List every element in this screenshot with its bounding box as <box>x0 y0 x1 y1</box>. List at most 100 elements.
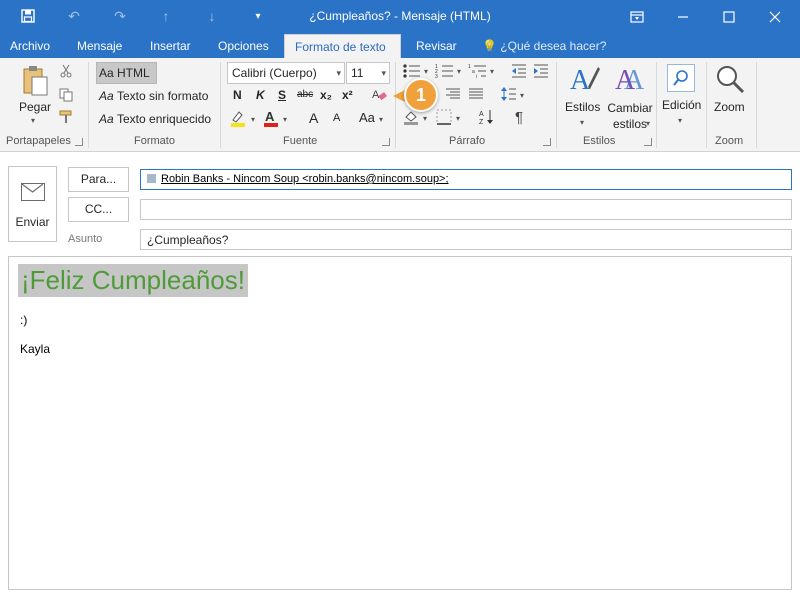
svg-text:A: A <box>570 65 591 93</box>
tab-formato-de-texto[interactable]: Formato de texto <box>284 34 401 58</box>
font-color-icon[interactable]: A <box>262 108 280 128</box>
borders-icon[interactable] <box>435 108 453 126</box>
customize-quick-access-icon[interactable]: ▾ <box>248 6 268 26</box>
zoom-button[interactable]: Zoom <box>714 100 745 114</box>
styles-dropdown-icon[interactable]: ▾ <box>580 118 584 127</box>
styles-icon[interactable]: A <box>567 62 601 94</box>
to-button[interactable]: Para... <box>68 167 129 192</box>
show-paragraph-marks-icon[interactable]: ¶ <box>510 108 528 126</box>
down-arrow-icon[interactable]: ↓ <box>202 6 222 26</box>
maximize-button[interactable] <box>706 0 752 34</box>
subject-field[interactable]: ¿Cumpleaños? <box>140 229 792 250</box>
shrink-font-button[interactable]: A <box>333 112 340 124</box>
ribbon-display-options-icon[interactable] <box>614 0 660 34</box>
change-case-dropdown-icon[interactable]: ▾ <box>379 115 383 124</box>
find-icon[interactable] <box>667 64 695 92</box>
portapapeles-launcher-icon[interactable] <box>75 138 83 146</box>
chevron-down-icon: ▾ <box>336 68 341 78</box>
undo-icon[interactable]: ↶ <box>64 6 84 26</box>
styles-button[interactable]: Estilos <box>565 100 600 114</box>
send-envelope-icon <box>21 183 45 201</box>
format-painter-icon[interactable] <box>58 109 74 125</box>
numbering-icon[interactable]: 123 <box>434 62 456 80</box>
justify-icon[interactable] <box>467 86 485 102</box>
font-name-combo[interactable]: Calibri (Cuerpo) ▾ <box>227 62 345 84</box>
cc-button[interactable]: CC... <box>68 197 129 222</box>
change-styles-dropdown-icon[interactable]: ▾ <box>646 119 650 128</box>
close-button[interactable] <box>752 0 798 34</box>
line-spacing-icon[interactable] <box>500 86 518 102</box>
highlight-dropdown-icon[interactable]: ▾ <box>251 115 255 124</box>
grow-font-button[interactable]: A <box>309 110 318 126</box>
group-label-zoom: Zoom <box>715 135 744 147</box>
align-right-icon[interactable] <box>444 86 462 102</box>
increase-indent-icon[interactable] <box>532 62 550 80</box>
tell-me-search[interactable]: 💡 ¿Qué desea hacer? <box>482 34 606 58</box>
decrease-indent-icon[interactable] <box>510 62 528 80</box>
sort-icon[interactable]: AZ <box>478 108 496 126</box>
paste-icon[interactable] <box>20 64 50 98</box>
divider <box>706 62 707 148</box>
multilevel-dropdown-icon[interactable]: ▾ <box>490 67 494 76</box>
tab-mensaje[interactable]: Mensaje <box>67 34 132 58</box>
subject-label: Asunto <box>68 233 103 245</box>
line-spacing-dropdown-icon[interactable]: ▾ <box>520 91 524 100</box>
svg-text:A: A <box>624 65 644 93</box>
body-signature: Kayla <box>20 342 51 356</box>
group-label-portapapeles: Portapapeles <box>6 135 71 147</box>
recipient-chip[interactable]: Robin Banks - Nincom Soup <robin.banks@n… <box>147 173 449 185</box>
borders-dropdown-icon[interactable]: ▾ <box>456 114 460 123</box>
cc-field[interactable] <box>140 199 792 220</box>
bold-button[interactable]: N <box>233 88 242 102</box>
save-icon[interactable] <box>18 6 38 26</box>
estilos-launcher-icon[interactable] <box>644 138 652 146</box>
divider <box>756 62 757 148</box>
parrafo-launcher-icon[interactable] <box>543 138 551 146</box>
send-button[interactable]: Enviar <box>8 166 57 242</box>
highlight-color-icon[interactable] <box>229 108 247 128</box>
tab-archivo[interactable]: Archivo <box>0 34 60 58</box>
paste-button[interactable]: Pegar <box>19 100 51 114</box>
multilevel-list-icon[interactable]: 1ai <box>467 62 489 80</box>
selected-headline[interactable]: ¡Feliz Cumpleaños! <box>18 264 248 297</box>
font-size-value: 11 <box>351 66 364 80</box>
change-case-button[interactable]: Aa <box>359 110 375 125</box>
group-label-fuente: Fuente <box>283 135 318 147</box>
cut-icon[interactable] <box>58 63 74 79</box>
lightbulb-icon: 💡 <box>482 39 497 53</box>
shading-dropdown-icon[interactable]: ▾ <box>423 114 427 123</box>
to-field[interactable]: Robin Banks - Nincom Soup <robin.banks@n… <box>140 169 792 190</box>
editing-button[interactable]: Edición <box>662 98 701 112</box>
subscript-button[interactable]: x₂ <box>320 88 332 102</box>
editing-dropdown-icon[interactable]: ▾ <box>678 116 682 125</box>
rich-text-button[interactable]: Texto enriquecido <box>117 112 211 126</box>
italic-button[interactable]: K <box>256 88 265 102</box>
contact-square-icon <box>147 174 156 183</box>
body-line-smiley: :) <box>20 313 28 327</box>
underline-button[interactable]: S <box>278 88 286 102</box>
strikethrough-button[interactable]: abc <box>297 89 313 100</box>
font-color-dropdown-icon[interactable]: ▾ <box>283 115 287 124</box>
minimize-button[interactable] <box>660 0 706 34</box>
message-body[interactable]: ¡Feliz Cumpleaños! :) Kayla <box>8 256 792 590</box>
tab-opciones[interactable]: Opciones <box>208 34 279 58</box>
group-label-parrafo: Párrafo <box>449 135 486 147</box>
tab-insertar[interactable]: Insertar <box>140 34 201 58</box>
bullets-dropdown-icon[interactable]: ▾ <box>424 67 428 76</box>
zoom-icon[interactable] <box>714 63 746 95</box>
subject-value: ¿Cumpleaños? <box>147 233 229 247</box>
clear-formatting-icon[interactable]: A <box>370 86 388 104</box>
redo-icon[interactable]: ↷ <box>110 6 130 26</box>
tab-revisar[interactable]: Revisar <box>406 34 467 58</box>
up-arrow-icon[interactable]: ↑ <box>156 6 176 26</box>
plain-text-button[interactable]: Texto sin formato <box>117 89 208 103</box>
change-styles-icon[interactable]: AA <box>611 62 645 94</box>
font-size-combo[interactable]: 11 ▾ <box>346 62 390 84</box>
font-name-value: Calibri (Cuerpo) <box>232 66 317 80</box>
numbering-dropdown-icon[interactable]: ▾ <box>457 67 461 76</box>
paste-dropdown-icon[interactable]: ▾ <box>31 116 35 125</box>
superscript-button[interactable]: x² <box>342 88 353 102</box>
html-format-aa-icon: Aa <box>99 66 114 80</box>
copy-icon[interactable] <box>58 87 74 103</box>
fuente-launcher-icon[interactable] <box>382 138 390 146</box>
